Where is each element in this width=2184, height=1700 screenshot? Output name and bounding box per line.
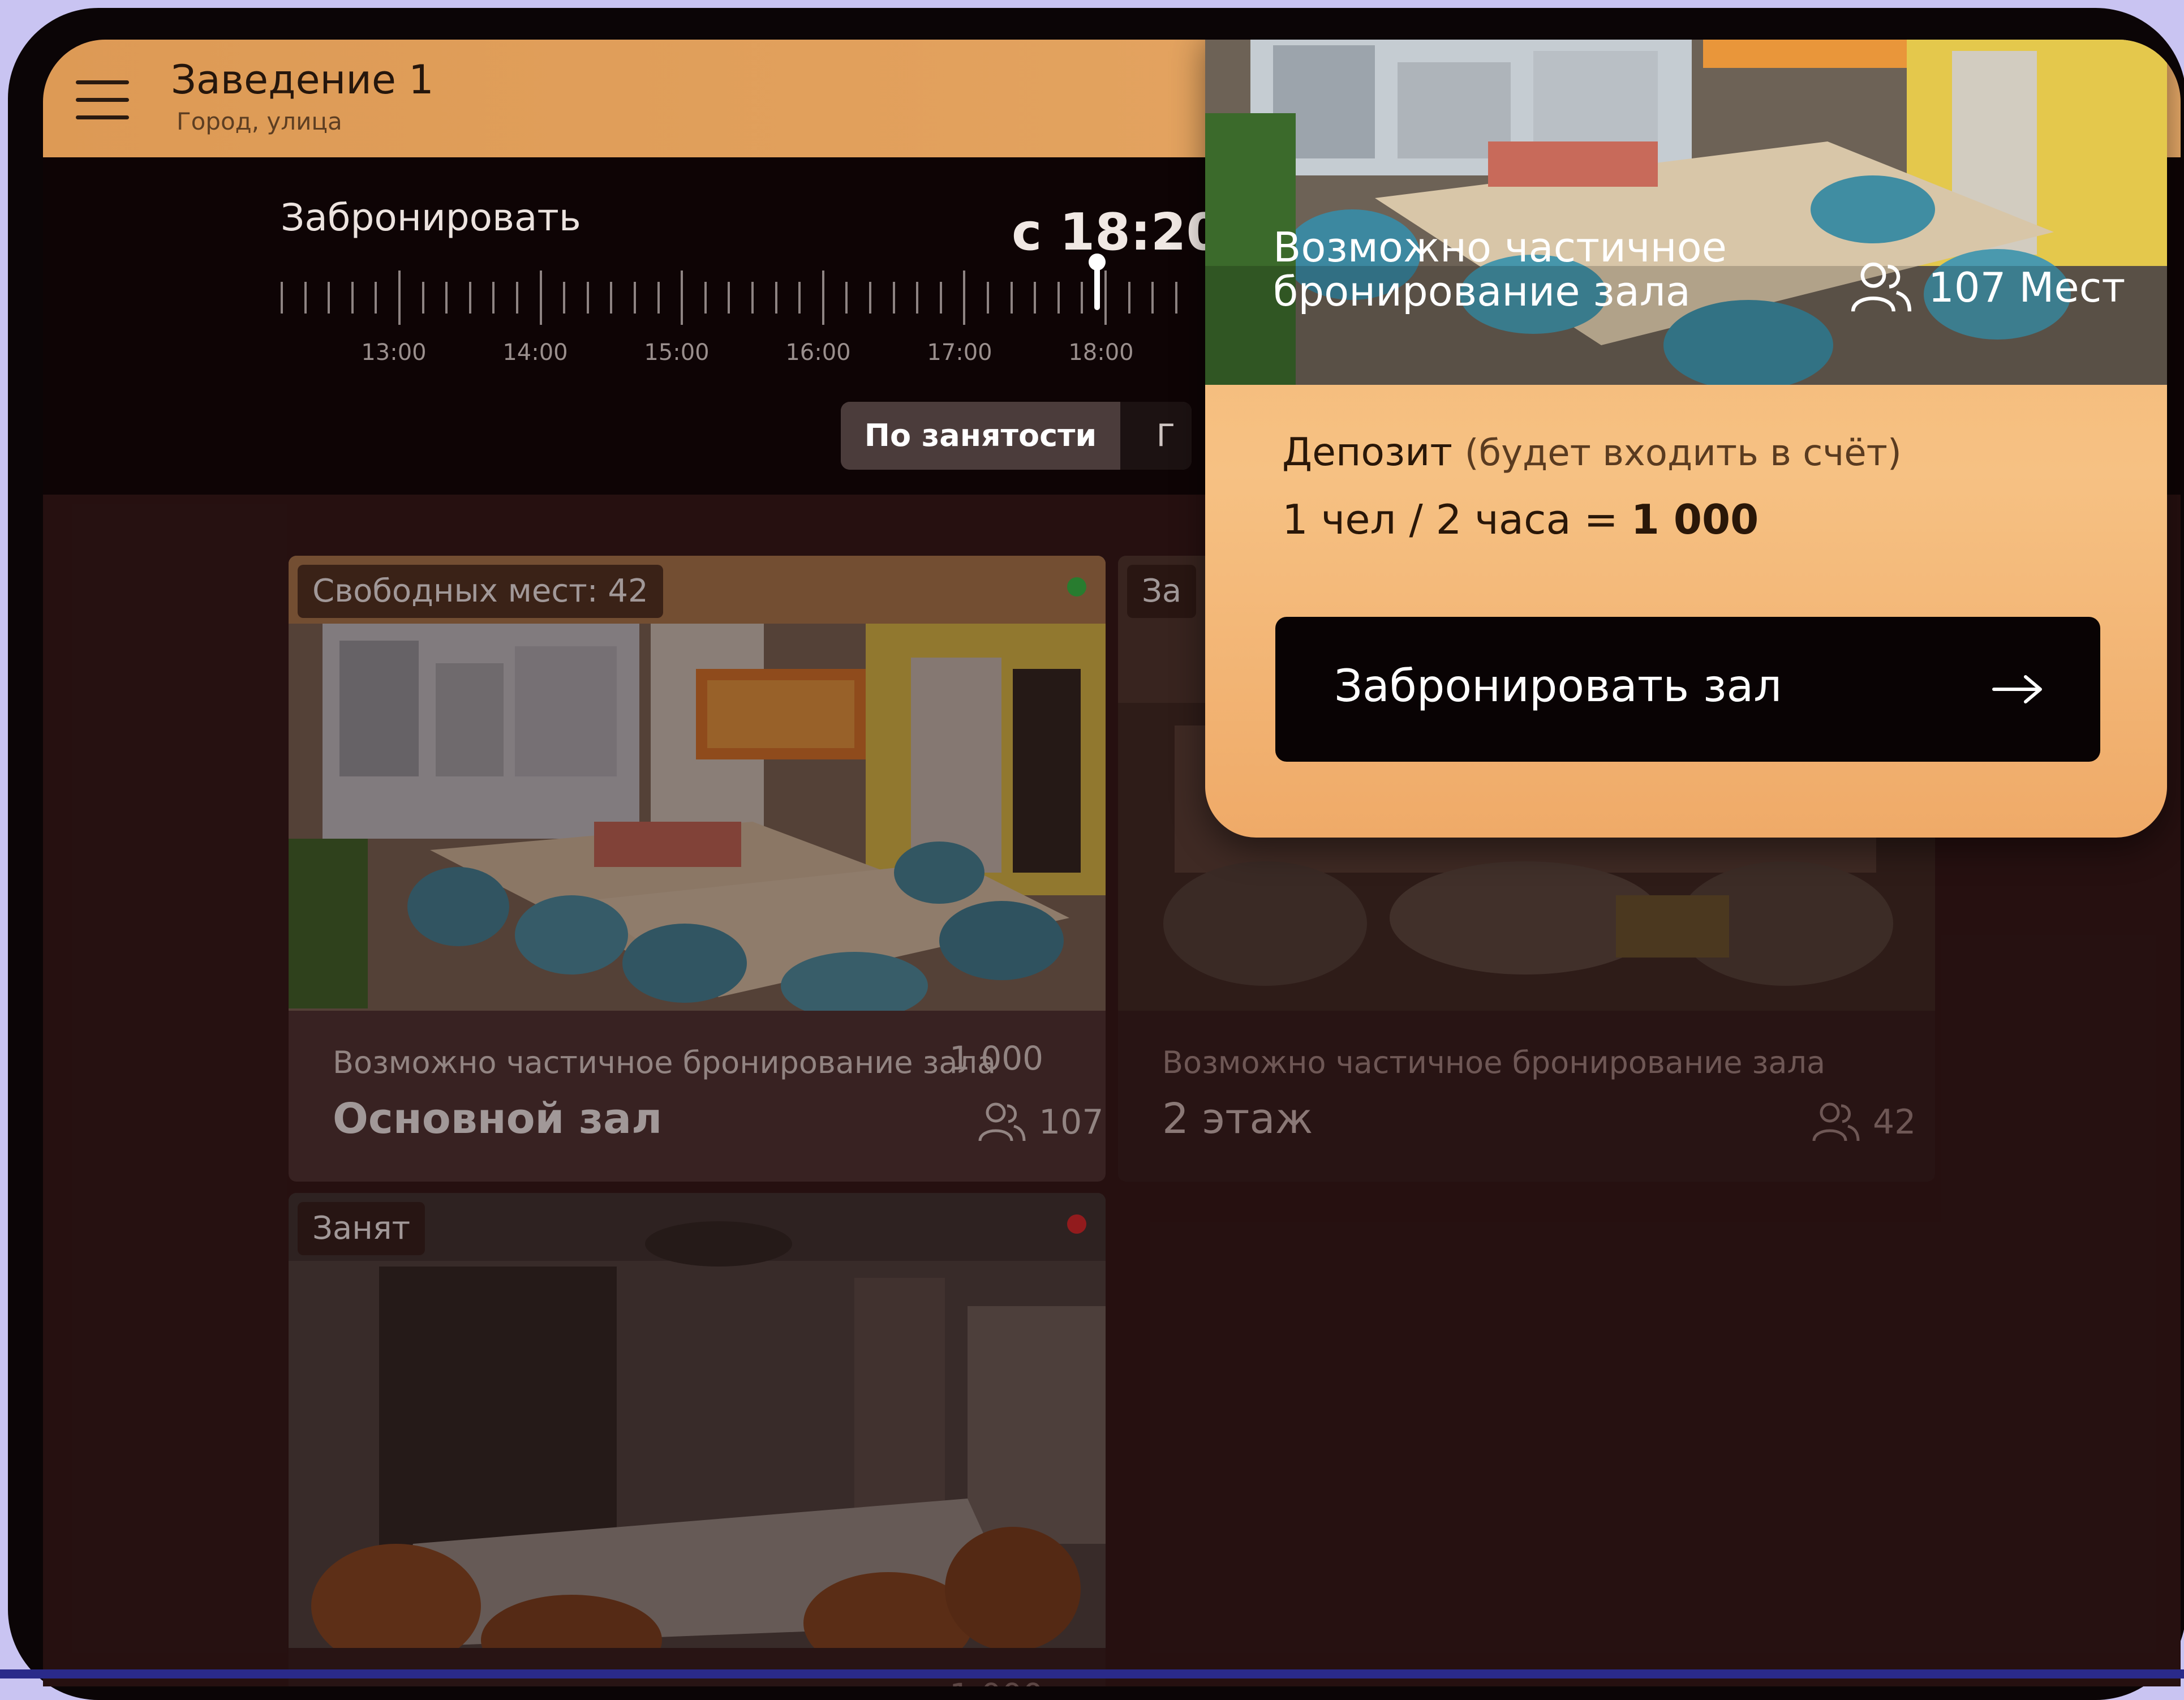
venue-address: Город, улица bbox=[177, 108, 342, 135]
book-hall-button[interactable]: Забронировать зал bbox=[1275, 617, 2100, 762]
ruler-tick bbox=[963, 271, 966, 325]
status-badge: Занят bbox=[298, 1202, 425, 1255]
ruler-tick bbox=[422, 282, 424, 314]
ruler-tick bbox=[1104, 271, 1107, 325]
people-icon bbox=[1851, 262, 1912, 312]
ruler-tick bbox=[798, 282, 801, 314]
hall-capacity-value: 42 bbox=[1873, 1102, 1916, 1142]
time-label: 18:00 bbox=[1068, 340, 1134, 366]
time-label: 14:00 bbox=[502, 340, 568, 366]
venue-name[interactable]: Заведение 1 bbox=[171, 57, 434, 103]
booking-label: Забронировать bbox=[281, 196, 581, 239]
time-scrubber-handle[interactable] bbox=[1089, 254, 1106, 316]
hall-name: 2 этаж bbox=[1162, 1094, 1313, 1143]
status-dot bbox=[1067, 1214, 1086, 1234]
ruler-tick bbox=[539, 271, 542, 325]
hall-info: Возможно частичное бронирование зала 2 э… bbox=[1118, 1011, 1935, 1182]
sort-other-tab[interactable]: Г bbox=[1120, 402, 1192, 470]
ruler-tick bbox=[681, 271, 683, 325]
ruler-tick bbox=[375, 282, 377, 314]
hall-subtitle: Возможно частичное бронирование зала bbox=[1162, 1045, 1826, 1080]
tablet-frame: Заведение 1 Город, улица ⌄ Забронировать… bbox=[8, 8, 2184, 1700]
hall-capacity-value: 107 bbox=[1039, 1102, 1104, 1142]
ruler-tick bbox=[728, 282, 730, 314]
ruler-tick bbox=[1081, 282, 1084, 314]
deposit-line: Депозит (будет входить в счёт) bbox=[1282, 430, 1902, 475]
hall-info: Бронируется целиком 1 000 bbox=[289, 1648, 1106, 1686]
hall-name: Основной зал bbox=[333, 1094, 663, 1143]
ruler-tick bbox=[634, 282, 636, 314]
popup-capacity-value: 107 Мест bbox=[1928, 264, 2126, 311]
deposit-note: (будет входить в счёт) bbox=[1464, 432, 1902, 474]
hall-subtitle: Возможно частичное бронирование зала bbox=[333, 1045, 996, 1080]
ruler-tick bbox=[516, 282, 518, 314]
sort-by-occupancy-tab[interactable]: По занятости bbox=[841, 402, 1120, 470]
time-label: 16:00 bbox=[785, 340, 851, 366]
time-label: 15:00 bbox=[644, 340, 710, 366]
hall-card-main[interactable]: Свободных мест: 42 Возможно частичное бр… bbox=[289, 556, 1106, 1182]
time-label: 13:00 bbox=[361, 340, 427, 366]
free-seats-badge: Свободных мест: 42 bbox=[298, 565, 663, 618]
people-icon bbox=[1812, 1102, 1860, 1141]
ruler-tick bbox=[916, 282, 919, 314]
deposit-formula: 1 чел / 2 часа = 1 000 bbox=[1282, 496, 1759, 543]
ruler-tick bbox=[1034, 282, 1037, 314]
people-icon bbox=[978, 1102, 1026, 1141]
ruler-tick bbox=[845, 282, 848, 314]
ruler-tick bbox=[351, 282, 354, 314]
ruler-tick bbox=[869, 282, 871, 314]
sort-toggle: По занятости Г bbox=[841, 402, 1192, 470]
hall-photo bbox=[289, 556, 1106, 1011]
menu-icon[interactable] bbox=[76, 80, 129, 120]
ruler-tick bbox=[304, 282, 307, 314]
ruler-tick bbox=[775, 282, 777, 314]
ruler-tick bbox=[939, 282, 942, 314]
ruler-tick bbox=[1057, 282, 1060, 314]
deposit-label: Депозит bbox=[1282, 430, 1452, 475]
formula-prefix: 1 чел / 2 часа = bbox=[1282, 496, 1618, 543]
ruler-tick bbox=[1010, 282, 1013, 314]
ruler-tick bbox=[610, 282, 613, 314]
ruler-tick bbox=[1151, 282, 1154, 314]
hall-subtitle: Бронируется целиком bbox=[333, 1682, 690, 1686]
hall-popup: Возможно частичное бронирование зала 107… bbox=[1205, 40, 2167, 838]
ruler-tick bbox=[892, 282, 895, 314]
popup-subtitle: Возможно частичное бронирование зала bbox=[1273, 224, 1727, 315]
ruler-tick bbox=[398, 271, 401, 325]
book-hall-button-label: Забронировать зал bbox=[1334, 661, 1782, 712]
ruler-tick bbox=[1175, 282, 1177, 314]
ruler-tick bbox=[822, 271, 824, 325]
status-dot bbox=[1067, 577, 1086, 596]
ruler-tick bbox=[281, 282, 283, 314]
time-label: 17:00 bbox=[927, 340, 992, 366]
app-screen: Заведение 1 Город, улица ⌄ Забронировать… bbox=[43, 40, 2181, 1686]
ruler-tick bbox=[704, 282, 707, 314]
ruler-tick bbox=[445, 282, 448, 314]
ruler-tick bbox=[586, 282, 589, 314]
ruler-tick bbox=[563, 282, 566, 314]
hall-card-occupied[interactable]: Занят Бронируется целиком 1 000 bbox=[289, 1193, 1106, 1686]
start-time: с 18:20 bbox=[1012, 203, 1222, 262]
ruler-tick bbox=[987, 282, 989, 314]
ruler-tick bbox=[751, 282, 754, 314]
hall-photo bbox=[289, 1193, 1106, 1648]
time-ruler[interactable]: 13:00 14:00 15:00 16:00 17:00 18:00 bbox=[281, 271, 1186, 366]
ruler-tick bbox=[328, 282, 330, 314]
popup-photo bbox=[1205, 40, 2167, 385]
ruler-tick bbox=[1128, 282, 1130, 314]
ruler-tick bbox=[657, 282, 660, 314]
status-badge: За bbox=[1127, 565, 1197, 618]
ruler-tick bbox=[492, 282, 495, 314]
formula-value: 1 000 bbox=[1631, 496, 1759, 543]
ruler-tick bbox=[468, 282, 471, 314]
arrow-right-icon bbox=[1992, 675, 2042, 703]
hall-price: 1 000 bbox=[949, 1039, 1044, 1077]
hall-info: Возможно частичное бронирование зала 1 0… bbox=[289, 1011, 1106, 1182]
bottom-edge bbox=[0, 1669, 2184, 1678]
